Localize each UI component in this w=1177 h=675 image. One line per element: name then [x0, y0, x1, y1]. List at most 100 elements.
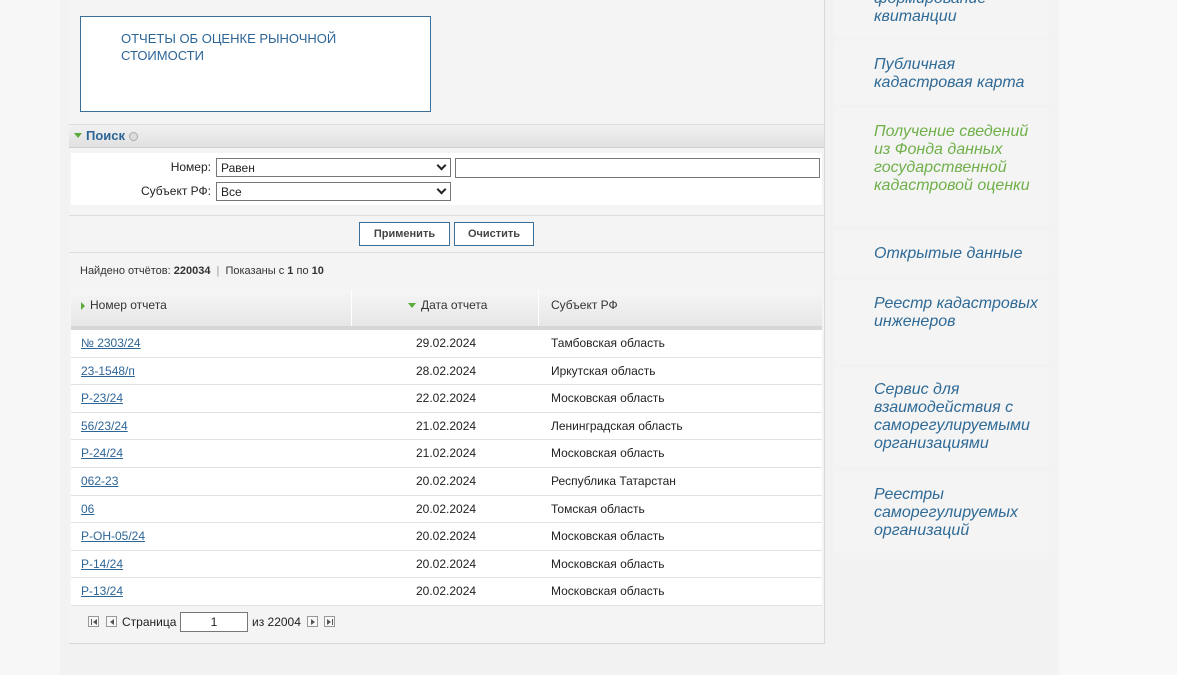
number-operator-select[interactable]: Равен	[216, 158, 451, 177]
column-header-number-label: Номер отчета	[90, 298, 167, 312]
cell-report-date: 20.02.2024	[416, 584, 477, 599]
results-summary: Найдено отчётов: 220034 | Показаны с 1 п…	[80, 265, 324, 277]
sidebar-item-sro-registry[interactable]: Реестры саморегулируемых организаций	[834, 471, 1049, 553]
cell-report-date: 28.02.2024	[416, 363, 477, 378]
number-input[interactable]	[455, 158, 820, 178]
report-number-link[interactable]: Р-14/24	[81, 557, 123, 571]
page-background-right	[1059, 0, 1177, 675]
number-label: Номер:	[170, 160, 211, 174]
shown-to: 10	[311, 265, 324, 277]
table-row: Р-13/24 20.02.2024 Московская область	[71, 578, 822, 606]
sidebar-item-label: Реестры саморегулируемых организаций	[874, 486, 1019, 539]
cell-report-date: 21.02.2024	[416, 446, 477, 461]
table-row: Р-14/24 20.02.2024 Московская область	[71, 550, 822, 579]
cell-report-date: 22.02.2024	[416, 391, 477, 406]
cell-subject: Московская область	[551, 584, 665, 599]
column-header-subject[interactable]: Субъект РФ	[540, 290, 822, 326]
cell-report-date: 21.02.2024	[416, 418, 477, 433]
sidebar-item-cadastral-map[interactable]: Публичная кадастровая карта	[834, 41, 1049, 105]
report-number-link[interactable]: Р-24/24	[81, 446, 123, 460]
search-panel-header[interactable]: Поиск	[69, 124, 824, 148]
action-buttons-row: Применить Очистить	[69, 215, 824, 253]
page-number-input[interactable]: 1	[180, 612, 248, 632]
first-page-icon	[91, 619, 92, 625]
separator: |	[216, 265, 220, 277]
cell-report-date: 29.02.2024	[416, 336, 477, 350]
table-row: 23-1548/п 28.02.2024 Иркутская область	[71, 357, 822, 386]
help-circle-icon[interactable]	[129, 132, 138, 141]
cell-subject: Тамбовская область	[551, 336, 665, 350]
cell-report-number: № 2303/24	[81, 330, 141, 356]
report-number-link[interactable]: Р-13/24	[81, 584, 123, 598]
column-header-date[interactable]: Дата отчета	[353, 290, 539, 326]
search-title[interactable]: Поиск	[86, 128, 125, 143]
prev-page-button[interactable]	[106, 616, 117, 627]
subject-value: Все	[221, 185, 242, 199]
cell-report-date: 20.02.2024	[416, 556, 477, 571]
page-background-left	[0, 0, 60, 675]
column-header-number[interactable]: Номер отчета	[71, 290, 352, 326]
report-category-link[interactable]: ОТЧЕТЫ ОБ ОЦЕНКЕ РЫНОЧНОЙ СТОИМОСТИ	[121, 30, 351, 64]
cell-report-number: Р-13/24	[81, 578, 123, 604]
page-label: Страница	[122, 615, 177, 629]
shown-from: 1	[287, 265, 294, 277]
report-number-link[interactable]: Р-23/24	[81, 391, 123, 405]
cell-report-number: Р-ОН-05/24	[81, 523, 145, 549]
pagination: Страница 1 из 22004	[71, 606, 822, 642]
subject-select[interactable]: Все	[216, 182, 451, 201]
report-number-link[interactable]: Р-ОН-05/24	[81, 529, 145, 543]
page-count-label: из 22004	[252, 615, 301, 629]
sidebar-item-valuation-fund[interactable]: Получение сведений из Фонда данных госуд…	[834, 108, 1049, 226]
sidebar-item-cadastral-engineers[interactable]: Реестр кадастровых инженеров	[834, 280, 1049, 364]
table-row: Р-ОН-05/24 20.02.2024 Московская область	[71, 523, 822, 551]
report-number-link[interactable]: № 2303/24	[81, 336, 141, 350]
report-number-link[interactable]: 06	[81, 502, 94, 516]
table-row: Р-24/24 21.02.2024 Московская область	[71, 440, 822, 468]
sidebar-item-label: Сервис для взаимодействия с саморегулиру…	[874, 381, 1030, 452]
main-content: ОТЧЕТЫ ОБ ОЦЕНКЕ РЫНОЧНОЙ СТОИМОСТИ Поис…	[69, 0, 825, 644]
report-number-link[interactable]: 062-23	[81, 474, 118, 488]
cell-subject: Ленинградская область	[551, 418, 683, 433]
chevron-down-icon	[436, 184, 447, 195]
cell-report-number: 23-1548/п	[81, 358, 135, 384]
results-table-body: № 2303/24 29.02.2024 Тамбовская область 23-…	[71, 330, 822, 606]
cell-subject: Иркутская область	[551, 363, 656, 378]
sidebar-item-label: Открытые данные	[874, 245, 1023, 262]
cell-report-number: Р-23/24	[81, 385, 123, 411]
cell-report-number: 06	[81, 496, 94, 522]
next-page-button[interactable]	[307, 616, 318, 627]
first-page-button[interactable]	[88, 616, 99, 627]
report-number-link[interactable]: 23-1548/п	[81, 364, 135, 378]
last-page-bar	[332, 619, 333, 625]
collapse-triangle-icon[interactable]	[74, 133, 82, 138]
last-page-button[interactable]	[324, 616, 335, 627]
prev-page-icon	[110, 619, 114, 625]
first-page-arrow	[93, 619, 97, 625]
sidebar-item-receipt[interactable]: формирование квитанции	[834, 0, 1049, 38]
sidebar-item-open-data[interactable]: Открытые данные	[834, 230, 1049, 277]
cell-subject: Московская область	[551, 529, 665, 544]
sidebar-item-label: Публичная кадастровая карта	[874, 56, 1025, 91]
last-page-icon	[327, 619, 331, 625]
cell-subject: Московская область	[551, 556, 665, 571]
cell-subject: Московская область	[551, 391, 665, 406]
number-operator-value: Равен	[221, 161, 255, 175]
cell-report-number: 56/23/24	[81, 413, 128, 439]
chevron-down-icon	[436, 160, 447, 171]
table-row: Р-23/24 22.02.2024 Московская область	[71, 385, 822, 413]
shown-to-label: по	[296, 265, 309, 277]
sidebar-item-sro-service[interactable]: Сервис для взаимодействия с саморегулиру…	[834, 367, 1049, 467]
found-count: 220034	[173, 265, 211, 277]
table-row: № 2303/24 29.02.2024 Тамбовская область	[71, 330, 822, 358]
apply-button[interactable]: Применить	[359, 222, 450, 246]
sidebar-item-label: формирование квитанции	[874, 0, 986, 25]
cell-subject: Томская область	[551, 501, 645, 516]
found-label: Найдено отчётов:	[80, 265, 171, 277]
shown-label: Показаны с	[225, 265, 285, 277]
report-number-link[interactable]: 56/23/24	[81, 419, 128, 433]
clear-button[interactable]: Очистить	[454, 222, 534, 246]
cell-report-number: Р-24/24	[81, 440, 123, 466]
table-header: Номер отчета Дата отчета Субъект РФ	[71, 290, 822, 330]
filter-panel: Номер: Равен Субъект РФ: Все	[71, 153, 822, 205]
cell-subject: Московская область	[551, 446, 665, 461]
